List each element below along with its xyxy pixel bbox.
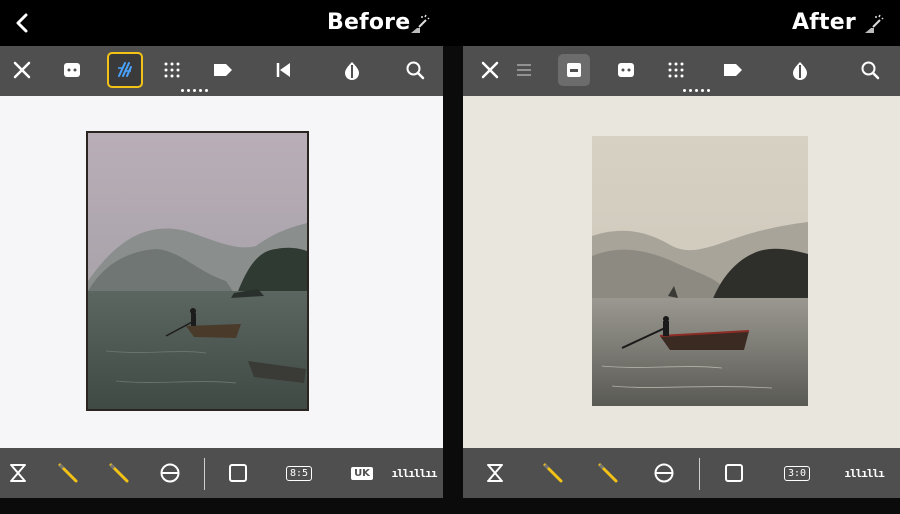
crop-box-icon[interactable] (558, 54, 590, 86)
page-dots (181, 89, 208, 92)
hourglass-icon[interactable] (2, 457, 34, 489)
chevron-left-icon (16, 13, 28, 33)
hourglass-icon[interactable] (479, 457, 511, 489)
pencil-yellow-icon[interactable] (52, 457, 84, 489)
drop-icon[interactable] (336, 54, 368, 86)
minus-circle-icon[interactable] (648, 457, 680, 489)
crop-square-icon[interactable] (222, 457, 254, 489)
page-dots (683, 89, 710, 92)
sparkle-filter-icon[interactable] (107, 52, 143, 88)
menu-icon[interactable] (508, 54, 540, 86)
face-icon[interactable] (56, 54, 88, 86)
grid-icon[interactable] (660, 54, 692, 86)
after-photo (592, 136, 808, 406)
crop-square-icon[interactable] (718, 457, 750, 489)
tag-icon[interactable] (717, 54, 749, 86)
pencil-yellow-icon[interactable] (592, 457, 624, 489)
before-panel: 8:5 UK ıllıllıı (0, 46, 443, 498)
pencil-yellow-icon[interactable] (103, 457, 135, 489)
search-icon[interactable] (854, 54, 886, 86)
pencil-yellow-icon[interactable] (537, 457, 569, 489)
toolbar-divider (699, 458, 700, 490)
language-chip-label: UK (351, 466, 373, 480)
histogram-label: ıllıllı (844, 466, 884, 480)
after-bottom-bar: 3:0 ıllıllı (463, 448, 900, 498)
grid-icon[interactable] (156, 54, 188, 86)
toolbar-divider (204, 458, 205, 490)
after-title: After (792, 10, 856, 35)
drop-icon[interactable] (784, 54, 816, 86)
histogram-button[interactable]: ıllıllıı (392, 457, 438, 489)
aspect-ratio-label: 3:0 (783, 465, 811, 481)
before-photo (86, 131, 309, 411)
tag-icon[interactable] (207, 54, 239, 86)
histogram-label: ıllıllıı (391, 466, 438, 480)
audio-icon[interactable] (268, 54, 300, 86)
magic-wand-icon[interactable] (862, 14, 884, 36)
aspect-ratio-label: 8:5 (285, 465, 313, 481)
after-toolbar (463, 46, 900, 96)
close-icon[interactable] (474, 54, 506, 86)
close-icon[interactable] (6, 54, 38, 86)
aspect-ratio-button[interactable]: 3:0 (781, 457, 813, 489)
language-chip-button[interactable]: UK (346, 457, 378, 489)
magic-wand-icon[interactable] (408, 14, 430, 36)
search-icon[interactable] (399, 54, 431, 86)
aspect-ratio-button[interactable]: 8:5 (283, 457, 315, 489)
before-toolbar (0, 46, 443, 96)
before-title: Before (327, 10, 411, 35)
back-button[interactable] (10, 10, 34, 36)
after-panel: 3:0 ıllıllı (463, 46, 900, 498)
histogram-button[interactable]: ıllıllı (844, 457, 884, 489)
minus-circle-icon[interactable] (154, 457, 186, 489)
before-bottom-bar: 8:5 UK ıllıllıı (0, 448, 443, 498)
top-bar: Before After (0, 0, 900, 46)
face-icon[interactable] (610, 54, 642, 86)
